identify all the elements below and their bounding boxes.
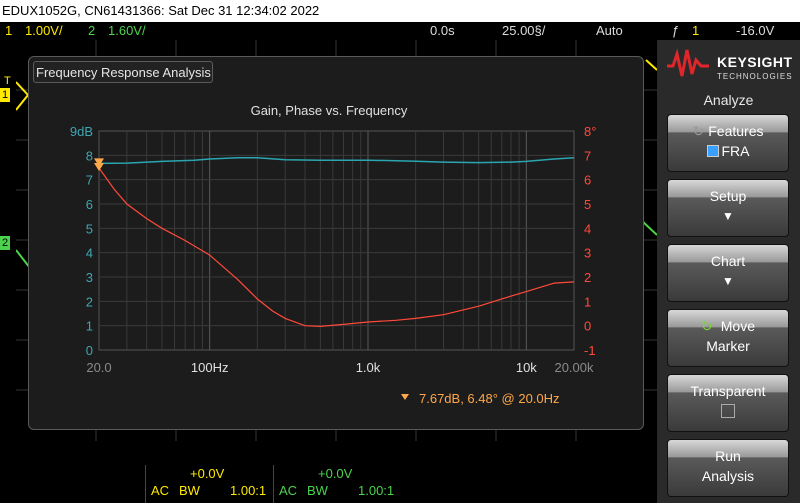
- phase-tick-label: 0: [584, 319, 591, 334]
- setup-arrow-icon: ▼: [722, 209, 734, 223]
- trigger-slope-icon: ƒ: [672, 23, 680, 38]
- gain-tick-label: 5: [86, 221, 93, 236]
- ch1-scale[interactable]: 1.00V/: [25, 22, 63, 40]
- entry-knob-icon: ↻: [701, 318, 713, 334]
- chart-title: Gain, Phase vs. Frequency: [251, 103, 408, 118]
- gain-tick-label: 7: [86, 173, 93, 188]
- window-titlebar: EDUX1052G, CN61431366: Sat Dec 31 12:34:…: [0, 0, 800, 22]
- keysight-logo: KEYSIGHT TECHNOLOGIES: [665, 46, 795, 86]
- trigger-level[interactable]: -16.0V: [736, 22, 774, 40]
- menu-header: Analyze: [703, 92, 754, 108]
- gain-tick-label: 2: [86, 294, 93, 309]
- ch2-ground-marker[interactable]: 2: [0, 236, 11, 250]
- x-tick-label: 20.00k: [554, 360, 594, 375]
- cycle-icon: ↻: [692, 123, 705, 139]
- ch1-number[interactable]: 1: [5, 22, 12, 40]
- phase-tick-label: -1: [584, 343, 596, 358]
- time-offset[interactable]: 0.0s: [430, 22, 455, 40]
- phase-tick-label: 3: [584, 246, 591, 261]
- gain-tick-label: 6: [86, 197, 93, 212]
- gain-tick-label: 3: [86, 270, 93, 285]
- marker-label: Marker: [706, 338, 750, 354]
- features-button[interactable]: ↻ Features FRA: [667, 114, 789, 172]
- chart-label: Chart: [710, 253, 746, 269]
- ch2-probe: 1.00:1: [358, 483, 395, 498]
- fra-chart: Gain, Phase vs. Frequency 9dB 8 7 6 5 4 3 2 1 0 8…: [70, 103, 597, 406]
- fra-selected-icon: [706, 145, 719, 157]
- keysight-wave-icon: [667, 48, 709, 77]
- scope-status-bar: 1 1.00V/ 2 1.60V/ 0.0s 25.00§/ Auto ƒ 1 …: [0, 22, 800, 40]
- run-label: Run: [715, 448, 741, 464]
- trigger-source[interactable]: 1: [692, 22, 699, 40]
- ch1-info[interactable]: +0.0V AC BW 1.00:1: [145, 465, 274, 503]
- ch1-trace-right: [645, 59, 658, 71]
- brand-sub: TECHNOLOGIES: [717, 72, 793, 81]
- fra-window: Frequency Response Analysis Gain, Phase …: [28, 56, 644, 430]
- features-value: FRA: [721, 143, 750, 159]
- x-tick-label: 10k: [516, 360, 537, 375]
- ch2-offset: +0.0V: [318, 466, 353, 481]
- ch1-ground-marker[interactable]: 1: [0, 88, 11, 102]
- move-marker-button[interactable]: ↻ Move Marker: [667, 309, 789, 367]
- ch1-offset: +0.0V: [190, 466, 225, 481]
- trigger-mode[interactable]: Auto: [596, 22, 623, 40]
- marker-readout: 7.67dB, 6.48° @ 20.0Hz: [419, 391, 560, 406]
- transparent-checkbox[interactable]: [721, 404, 735, 418]
- run-analysis-button[interactable]: Run Analysis: [667, 439, 789, 497]
- setup-label: Setup: [709, 188, 747, 204]
- ch2-bw: BW: [307, 483, 328, 498]
- ch1-coupling: AC: [151, 483, 170, 498]
- features-label: Features: [708, 123, 764, 139]
- phase-tick-label: 8°: [584, 124, 596, 139]
- gain-tick-label: 4: [86, 246, 93, 261]
- trigger-level-marker[interactable]: T: [2, 74, 13, 88]
- marker-legend-icon: [401, 394, 409, 400]
- ch2-coupling: AC: [279, 483, 298, 498]
- ch1-bw: BW: [179, 483, 200, 498]
- setup-button[interactable]: Setup ▼: [667, 179, 789, 237]
- ch1-trace: [15, 81, 30, 111]
- phase-tick-label: 6: [584, 173, 591, 188]
- channel-info-bar: +0.0V AC BW 1.00:1 +0.0V AC BW 1.00:1: [0, 465, 657, 503]
- instrument-title: EDUX1052G, CN61431366: Sat Dec 31 12:34:…: [2, 3, 320, 18]
- phase-tick-label: 5: [584, 197, 591, 212]
- x-tick-label: 20.0: [86, 360, 111, 375]
- x-tick-label: 100Hz: [191, 360, 229, 375]
- phase-tick-label: 4: [584, 221, 591, 236]
- chart-arrow-icon: ▼: [722, 274, 734, 288]
- chart-button[interactable]: Chart ▼: [667, 244, 789, 302]
- gain-tick-label: 1: [86, 319, 93, 334]
- phase-tick-label: 2: [584, 270, 591, 285]
- gain-tick-label: 8: [86, 148, 93, 163]
- ch2-number[interactable]: 2: [88, 22, 95, 40]
- phase-tick-label: 1: [584, 294, 591, 309]
- transparent-label: Transparent: [690, 383, 766, 399]
- ch2-scale[interactable]: 1.60V/: [108, 22, 146, 40]
- transparent-button[interactable]: Transparent: [667, 374, 789, 432]
- softkey-sidebar: KEYSIGHT TECHNOLOGIES Analyze ↻ Features …: [657, 40, 800, 503]
- ch2-info[interactable]: +0.0V AC BW 1.00:1: [273, 465, 402, 503]
- x-tick-label: 1.0k: [356, 360, 381, 375]
- move-label: Move: [720, 318, 755, 334]
- analysis-label: Analysis: [701, 468, 755, 484]
- brand-name: KEYSIGHT: [717, 54, 793, 70]
- plot-frame: [98, 130, 575, 351]
- phase-tick-label: 7: [584, 148, 591, 163]
- gain-tick-label: 0: [86, 343, 93, 358]
- gain-tick-label: 9dB: [70, 124, 93, 139]
- ch1-probe: 1.00:1: [230, 483, 267, 498]
- time-scale[interactable]: 25.00§/: [502, 22, 545, 40]
